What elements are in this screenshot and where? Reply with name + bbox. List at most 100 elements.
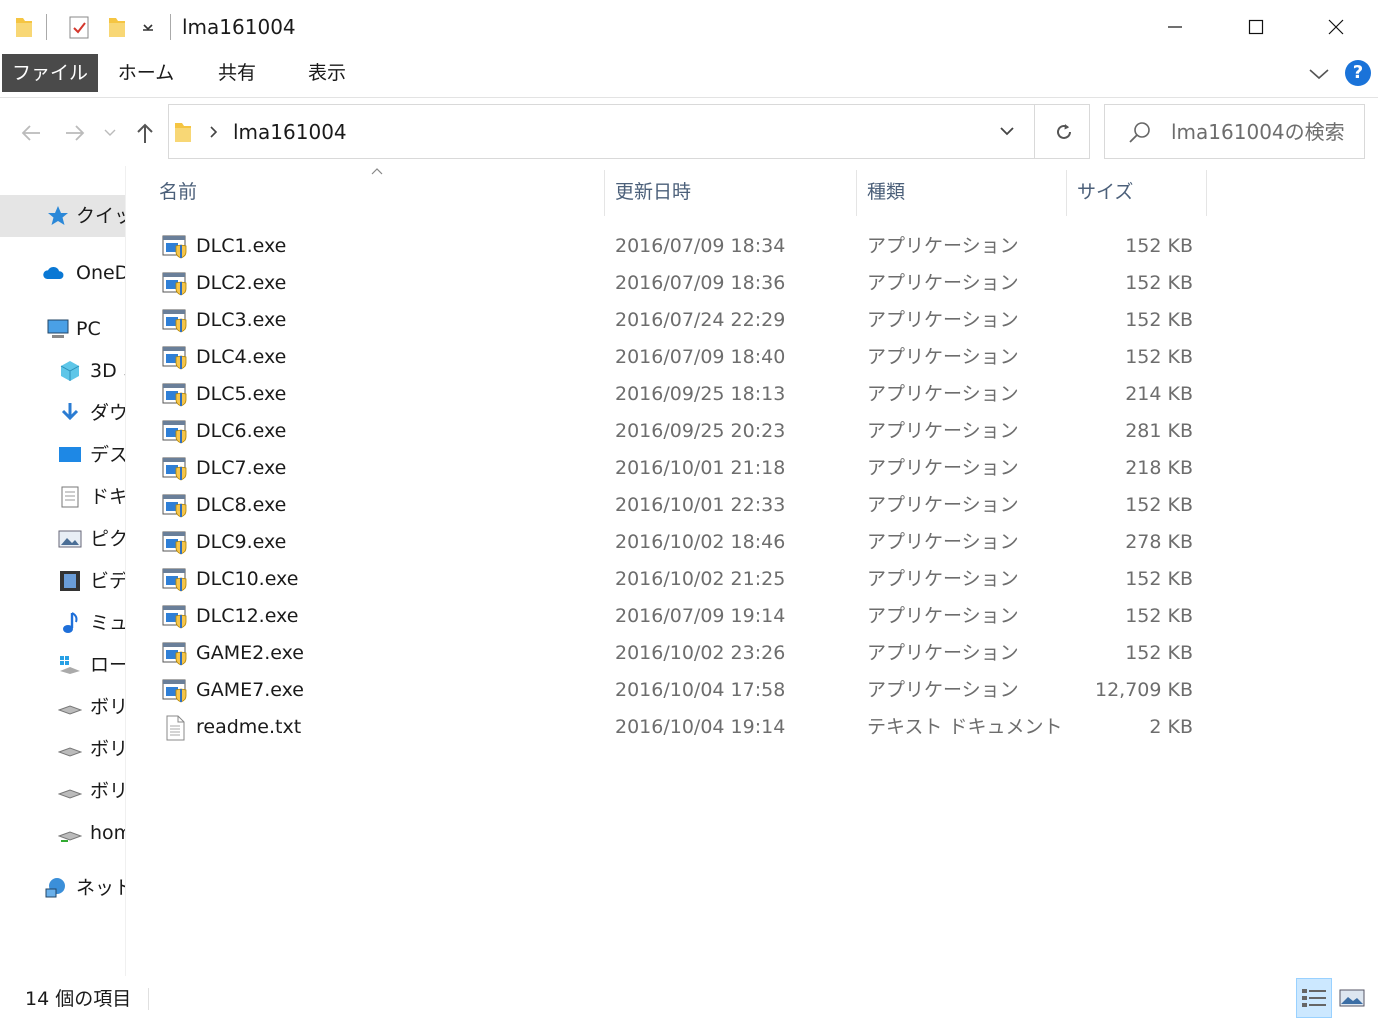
minimize-icon	[1168, 26, 1182, 28]
file-row[interactable]: DLC9.exe 2016/10/02 18:46 アプリケーション 278 KB	[126, 524, 1378, 561]
breadcrumb[interactable]: lma161004	[233, 117, 347, 147]
column-header-name[interactable]: 名前	[159, 166, 599, 216]
file-date: 2016/10/02 18:46	[615, 531, 786, 553]
sidebar-item-volume[interactable]: ボリューム	[0, 770, 125, 812]
chevron-right-icon[interactable]	[209, 125, 219, 139]
file-name: DLC12.exe	[196, 605, 299, 627]
qat-dropdown-icon[interactable]	[140, 14, 156, 40]
navigation-pane: クイック アクセス OneDrive PC 3D オブジェクト ダウンロード デ…	[0, 166, 126, 976]
file-row[interactable]: DLC4.exe 2016/07/09 18:40 アプリケーション 152 KB	[126, 339, 1378, 376]
file-row[interactable]: DLC12.exe 2016/07/09 19:14 アプリケーション 152 KB	[126, 598, 1378, 635]
minimize-button[interactable]	[1135, 0, 1215, 54]
sidebar-item-local-disk[interactable]: ローカル ディスク	[0, 644, 125, 686]
column-header-type[interactable]: 種類	[867, 166, 1057, 216]
sidebar-item-documents[interactable]: ドキュメント	[0, 476, 125, 518]
title-bar: lma161004	[0, 0, 1378, 54]
maximize-button[interactable]	[1216, 0, 1296, 54]
column-header-date[interactable]: 更新日時	[615, 166, 855, 216]
file-type: アプリケーション	[867, 309, 1019, 331]
file-row[interactable]: DLC1.exe 2016/07/09 18:34 アプリケーション 152 KB	[126, 228, 1378, 265]
sidebar-item-music[interactable]: ミュージック	[0, 602, 125, 644]
back-button[interactable]	[16, 118, 46, 148]
refresh-icon[interactable]	[1053, 121, 1075, 143]
file-row[interactable]: DLC2.exe 2016/07/09 18:36 アプリケーション 152 KB	[126, 265, 1378, 302]
sidebar-item-pc[interactable]: PC	[0, 308, 125, 350]
network-icon	[45, 878, 65, 898]
file-date: 2016/10/04 17:58	[615, 679, 786, 701]
expand-ribbon-icon[interactable]	[1308, 66, 1330, 82]
close-button[interactable]	[1296, 0, 1376, 54]
app-icon	[162, 678, 188, 704]
search-input[interactable]	[1169, 117, 1359, 147]
file-name: GAME2.exe	[196, 642, 304, 664]
file-row[interactable]: DLC10.exe 2016/10/02 21:25 アプリケーション 152 KB	[126, 561, 1378, 598]
arrow-up-icon	[137, 123, 153, 143]
file-row[interactable]: GAME7.exe 2016/10/04 17:58 アプリケーション 12,709 …	[126, 672, 1378, 709]
file-type: アプリケーション	[867, 346, 1019, 368]
sidebar-item-videos[interactable]: ビデオ	[0, 560, 125, 602]
file-size: 12,709 KB	[1094, 679, 1193, 701]
address-bar[interactable]: lma161004	[168, 104, 1090, 159]
file-size: 152 KB	[1125, 568, 1193, 590]
file-name: DLC7.exe	[196, 457, 287, 479]
navigation-bar: lma161004	[0, 98, 1378, 166]
folder-icon[interactable]	[14, 14, 34, 40]
sidebar-item-label: ビデオ	[90, 570, 125, 592]
sidebar-item-label: 3D オブジェクト	[90, 360, 125, 382]
app-icon	[162, 234, 188, 260]
file-row[interactable]: GAME2.exe 2016/10/02 23:26 アプリケーション 152 KB	[126, 635, 1378, 672]
file-date: 2016/07/09 19:14	[615, 605, 786, 627]
file-row[interactable]: DLC5.exe 2016/09/25 18:13 アプリケーション 214 KB	[126, 376, 1378, 413]
address-dropdown-icon[interactable]	[999, 125, 1015, 137]
text-file-icon	[162, 715, 188, 741]
sidebar-item-pictures[interactable]: ピクチャ	[0, 518, 125, 560]
app-icon	[162, 271, 188, 297]
column-divider[interactable]	[1066, 170, 1067, 216]
file-row[interactable]: DLC6.exe 2016/09/25 20:23 アプリケーション 281 KB	[126, 413, 1378, 450]
file-type: アプリケーション	[867, 531, 1019, 553]
file-name: DLC5.exe	[196, 383, 287, 405]
tab-view[interactable]: 表示	[290, 54, 364, 92]
file-row[interactable]: DLC8.exe 2016/10/01 22:33 アプリケーション 152 KB	[126, 487, 1378, 524]
help-button[interactable]: ?	[1345, 60, 1371, 86]
column-divider[interactable]	[856, 170, 857, 216]
sidebar-item-home[interactable]: home	[0, 812, 125, 854]
recent-locations-button[interactable]	[98, 118, 122, 148]
app-icon	[162, 641, 188, 667]
desktop-icon	[59, 447, 81, 462]
large-icons-view-button[interactable]	[1334, 978, 1370, 1018]
column-divider[interactable]	[1206, 170, 1207, 216]
column-header-size[interactable]: サイズ	[1077, 166, 1197, 216]
star-icon	[48, 206, 68, 225]
file-row[interactable]: DLC7.exe 2016/10/01 21:18 アプリケーション 218 KB	[126, 450, 1378, 487]
properties-icon[interactable]	[68, 14, 90, 40]
file-date: 2016/07/24 22:29	[615, 309, 786, 331]
file-name: DLC6.exe	[196, 420, 287, 442]
sidebar-item-desktop[interactable]: デスクトップ	[0, 434, 125, 476]
file-date: 2016/07/09 18:34	[615, 235, 786, 257]
file-type: テキスト ドキュメント	[867, 716, 1063, 738]
tab-file[interactable]: ファイル	[2, 54, 98, 92]
tab-home[interactable]: ホーム	[108, 54, 184, 92]
search-box[interactable]	[1104, 104, 1365, 159]
sidebar-item-onedrive[interactable]: OneDrive	[0, 252, 125, 294]
sidebar-item-volume[interactable]: ボリューム	[0, 728, 125, 770]
details-view-icon	[1302, 989, 1326, 1007]
file-name: DLC3.exe	[196, 309, 287, 331]
tab-share[interactable]: 共有	[200, 54, 274, 92]
file-row[interactable]: DLC3.exe 2016/07/24 22:29 アプリケーション 152 KB	[126, 302, 1378, 339]
forward-button[interactable]	[60, 118, 90, 148]
sidebar-item-3d-objects[interactable]: 3D オブジェクト	[0, 350, 125, 392]
sidebar-item-volume[interactable]: ボリューム	[0, 686, 125, 728]
file-row[interactable]: readme.txt 2016/10/04 19:14 テキスト ドキュメント 2 K…	[126, 709, 1378, 746]
sidebar-item-network[interactable]: ネットワーク	[0, 867, 125, 909]
details-view-button[interactable]	[1296, 978, 1332, 1018]
sidebar-item-downloads[interactable]: ダウンロード	[0, 392, 125, 434]
new-folder-icon[interactable]	[107, 14, 127, 40]
column-divider[interactable]	[604, 170, 605, 216]
up-button[interactable]	[130, 118, 160, 148]
file-name: DLC9.exe	[196, 531, 287, 553]
drive-icon	[58, 747, 82, 757]
sidebar-item-quick-access[interactable]: クイック アクセス	[0, 195, 125, 237]
folder-icon	[175, 123, 191, 142]
